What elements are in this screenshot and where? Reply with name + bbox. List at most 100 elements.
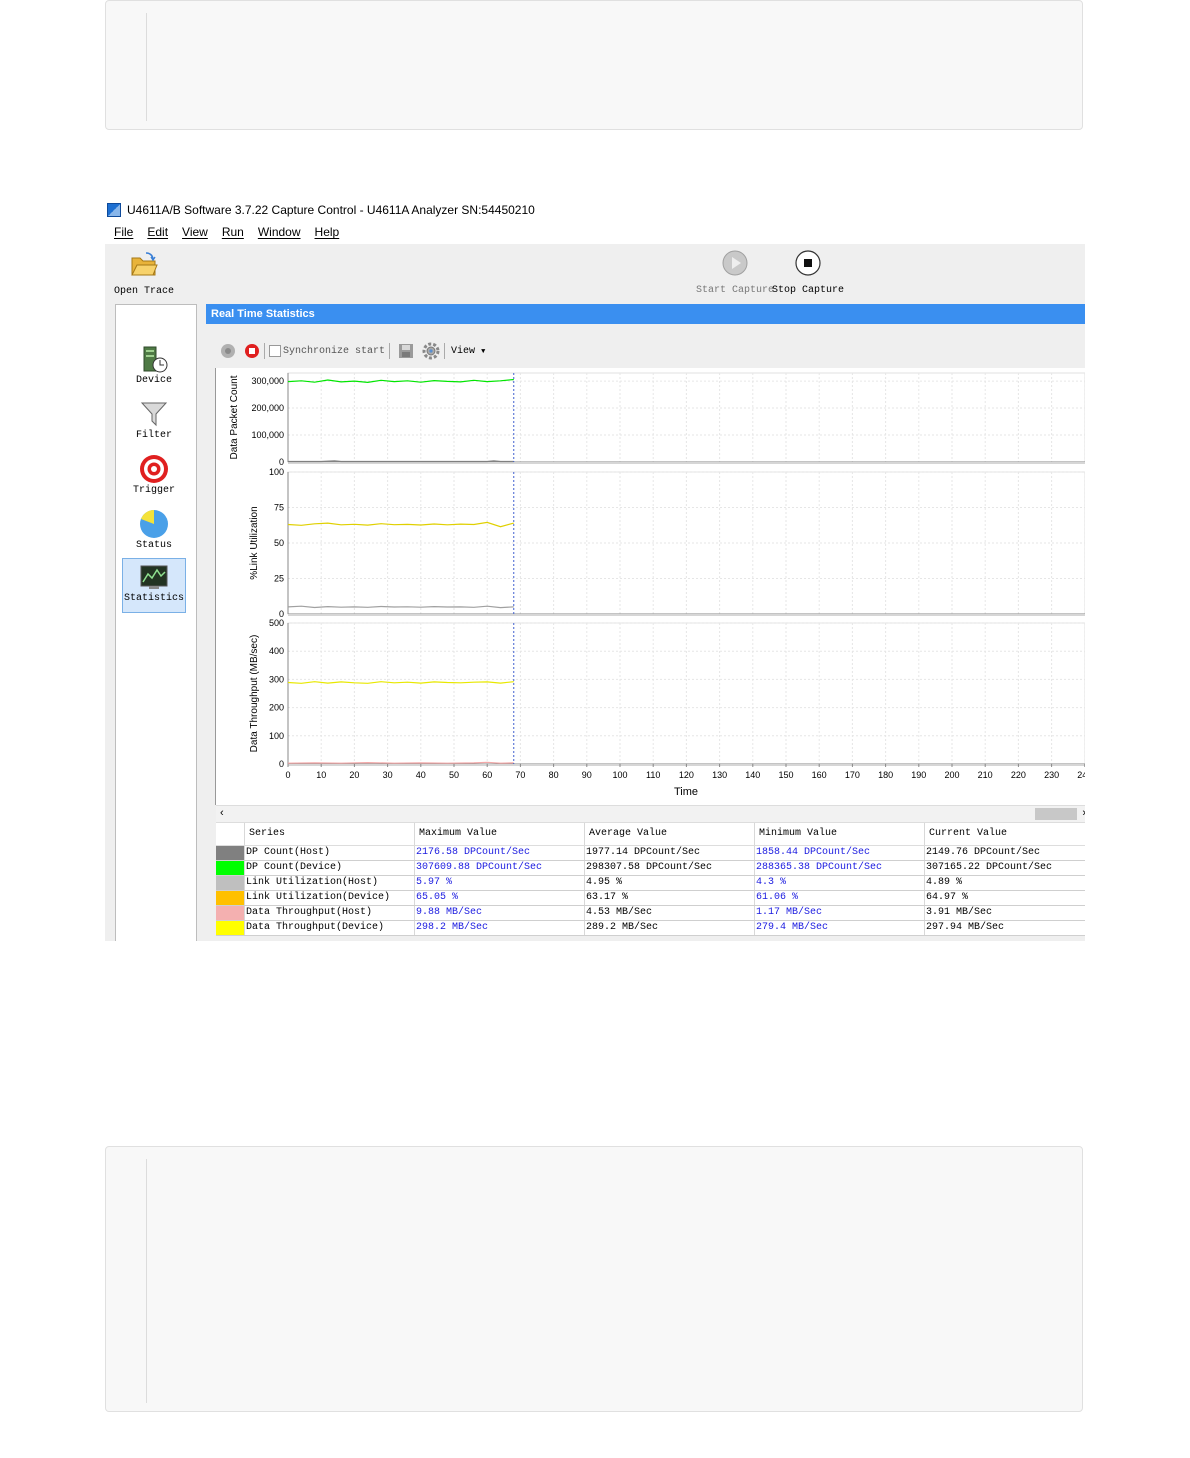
series-line: [287, 605, 514, 609]
max-value-cell: 65.05 %: [414, 890, 585, 906]
table-row[interactable]: Data Throughput(Host) 9.88 MB/Sec 4.53 MB/…: [216, 905, 1085, 921]
swatch-header: [216, 823, 245, 846]
header-maximum[interactable]: Maximum Value: [414, 823, 585, 846]
x-tick-label: 220: [1011, 770, 1026, 780]
x-tick-label: 40: [416, 770, 426, 780]
min-value-cell: 279.4 MB/Sec: [754, 920, 925, 936]
current-value-cell: 2149.76 DPCount/Sec: [924, 845, 1085, 861]
y-tick-label: 200,000: [251, 403, 284, 413]
series-color-swatch: [216, 890, 245, 906]
y-tick-label: 0: [279, 457, 284, 467]
min-value-cell: 288365.38 DPCount/Sec: [754, 860, 925, 876]
settings-gear-icon[interactable]: [422, 342, 440, 360]
status-pie-icon: [139, 509, 169, 539]
play-icon: [722, 250, 748, 276]
scrollbar-thumb[interactable]: [1035, 808, 1077, 820]
header-average[interactable]: Average Value: [584, 823, 755, 846]
series-name-cell: Data Throughput(Device): [244, 920, 415, 936]
x-tick-label: 120: [679, 770, 694, 780]
x-tick-label: 150: [778, 770, 793, 780]
record-start-icon[interactable]: [220, 343, 236, 359]
panel-separator: [288, 462, 1085, 464]
header-current[interactable]: Current Value: [924, 823, 1085, 846]
view-dropdown[interactable]: View ▼: [451, 346, 485, 357]
table-row[interactable]: Data Throughput(Device) 298.2 MB/Sec 289.2…: [216, 920, 1085, 936]
menu-edit[interactable]: Edit: [147, 225, 168, 243]
device-icon: [139, 344, 169, 374]
avg-value-cell: 289.2 MB/Sec: [584, 920, 755, 936]
y-axis-label: Data Throughput (MB/sec): [249, 635, 260, 753]
start-capture-label: Start Capture: [695, 285, 774, 296]
menu-file[interactable]: File: [114, 225, 133, 243]
avg-value-cell: 298307.58 DPCount/Sec: [584, 860, 755, 876]
series-color-swatch: [216, 920, 245, 936]
x-tick-label: 240: [1077, 770, 1085, 780]
synchronize-start-checkbox[interactable]: Synchronize start: [269, 345, 385, 357]
x-tick-label: 140: [745, 770, 760, 780]
table-row[interactable]: Link Utilization(Device) 65.05 % 63.17 % 61…: [216, 890, 1085, 906]
table-row[interactable]: DP Count(Host) 2176.58 DPCount/Sec 1977.14…: [216, 845, 1085, 861]
menu-help[interactable]: Help: [315, 225, 340, 243]
menu-run[interactable]: Run: [222, 225, 244, 243]
x-tick-label: 180: [878, 770, 893, 780]
x-tick-label: 90: [582, 770, 592, 780]
menu-window[interactable]: Window: [258, 225, 301, 243]
table-row[interactable]: Link Utilization(Host) 5.97 % 4.95 % 4.3 % 4…: [216, 875, 1085, 891]
statistics-toolbar: Synchronize start View ▼: [206, 340, 485, 362]
y-tick-label: 100,000: [251, 430, 284, 440]
code-gutter: [146, 1159, 147, 1403]
menu-bar: File Edit View Run Window Help: [107, 225, 346, 243]
scroll-right-icon[interactable]: ›: [1082, 806, 1085, 820]
x-tick-label: 190: [911, 770, 926, 780]
sidebar-item-trigger[interactable]: Trigger: [122, 451, 186, 503]
avg-value-cell: 4.53 MB/Sec: [584, 905, 755, 921]
y-tick-label: 0: [279, 759, 284, 769]
chart-horizontal-scrollbar[interactable]: ‹ ›: [216, 805, 1085, 823]
sidebar-item-device[interactable]: Device: [122, 341, 186, 393]
x-tick-label: 60: [482, 770, 492, 780]
y-axis-label: %Link Utilization: [249, 506, 260, 579]
series-name-cell: Data Throughput(Host): [244, 905, 415, 921]
sidebar-label-trigger: Trigger: [132, 485, 175, 496]
filter-icon: [139, 399, 169, 429]
code-gutter: [146, 13, 147, 121]
min-value-cell: 61.06 %: [754, 890, 925, 906]
x-tick-label: 10: [316, 770, 326, 780]
sidebar-item-filter[interactable]: Filter: [122, 396, 186, 448]
sidebar-item-status[interactable]: Status: [122, 506, 186, 558]
scroll-left-icon[interactable]: ‹: [220, 806, 224, 820]
avg-value-cell: 1977.14 DPCount/Sec: [584, 845, 755, 861]
header-series[interactable]: Series: [244, 823, 415, 846]
record-stop-icon[interactable]: [244, 343, 260, 359]
checkbox-box: [269, 345, 281, 357]
app-window: Open Trace Start Capture Stop Capture De…: [105, 244, 1085, 941]
max-value-cell: 298.2 MB/Sec: [414, 920, 585, 936]
x-tick-label: 230: [1044, 770, 1059, 780]
max-value-cell: 307609.88 DPCount/Sec: [414, 860, 585, 876]
stop-capture-label: Stop Capture: [771, 285, 844, 296]
code-block-bottom: [105, 1146, 1083, 1412]
statistics-chart: 0 100,000 200,000 300,000 Data Packet Count 0…: [215, 368, 1085, 805]
header-minimum[interactable]: Minimum Value: [754, 823, 925, 846]
series-name-cell: DP Count(Device): [244, 860, 415, 876]
menu-view[interactable]: View: [182, 225, 208, 243]
table-row[interactable]: DP Count(Device) 307609.88 DPCount/Sec 298…: [216, 860, 1085, 876]
series-name-cell: Link Utilization(Device): [244, 890, 415, 906]
save-icon[interactable]: [398, 343, 414, 359]
x-tick-label: 50: [449, 770, 459, 780]
stop-capture-button[interactable]: Stop Capture: [771, 250, 845, 296]
y-tick-label: 200: [269, 703, 284, 713]
current-value-cell: 4.89 %: [924, 875, 1085, 891]
y-tick-label: 75: [274, 503, 284, 513]
open-trace-button[interactable]: Open Trace: [113, 250, 175, 297]
sidebar-item-statistics[interactable]: Statistics: [122, 558, 186, 613]
app-logo-icon: [107, 203, 121, 217]
start-capture-button[interactable]: Start Capture: [695, 250, 775, 296]
x-tick-label: 170: [845, 770, 860, 780]
folder-open-icon: [131, 252, 158, 276]
chevron-down-icon: ▼: [481, 347, 486, 356]
real-time-statistics-header: Real Time Statistics: [206, 304, 1085, 324]
current-value-cell: 64.97 %: [924, 890, 1085, 906]
left-sidebar: Device Filter Trigger Status Statistics: [115, 304, 197, 941]
avg-value-cell: 4.95 %: [584, 875, 755, 891]
